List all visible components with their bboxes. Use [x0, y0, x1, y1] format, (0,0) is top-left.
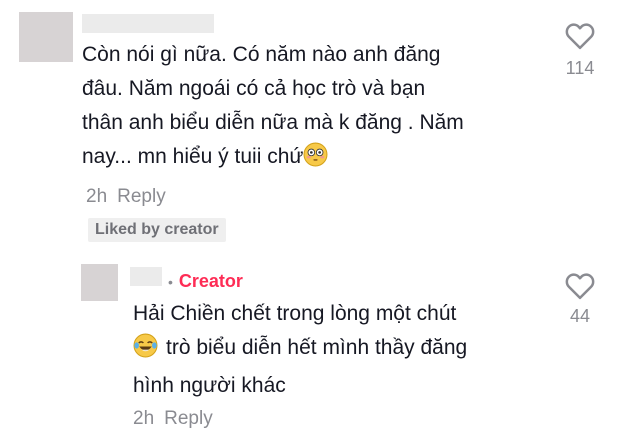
reply-line: hình người khác — [133, 374, 286, 397]
tears-of-joy-emoji — [133, 333, 158, 369]
reply-button[interactable]: Reply — [164, 408, 213, 429]
reply-time: 2h — [133, 408, 155, 429]
flushed-face-emoji — [303, 142, 328, 178]
reply-meta: 2h Reply — [133, 408, 213, 430]
creator-label: • Creator — [168, 271, 243, 291]
reply-line: trò biểu diễn hết mình thầy đăng — [133, 331, 467, 369]
reply-line: Hải Chiền chết trong lòng một chút — [133, 302, 457, 325]
creator-name[interactable] — [130, 267, 162, 286]
comment-like-count: 114 — [565, 58, 595, 78]
liked-by-creator-badge: Liked by creator — [88, 218, 226, 242]
comment-body: Còn nói gì nữa. Có năm nào anh đăng đâu.… — [82, 38, 464, 178]
comment-time: 2h — [86, 186, 108, 207]
commenter-avatar[interactable] — [19, 12, 73, 62]
comment-line: thân anh biểu diễn nữa mà k đăng . Năm — [82, 111, 464, 134]
reply-like-count: 44 — [569, 306, 591, 326]
comment-line: đâu. Năm ngoái có cả học trò và bạn — [82, 77, 426, 100]
comment-line: nay... mn hiểu ý tuii chứ — [82, 140, 464, 178]
commenter-name[interactable] — [82, 14, 214, 33]
reply-button[interactable]: Reply — [117, 186, 166, 207]
creator-avatar[interactable] — [81, 264, 118, 301]
heart-outline-icon[interactable] — [565, 22, 595, 55]
comment-meta: 2h Reply — [86, 186, 166, 208]
comment-line: Còn nói gì nữa. Có năm nào anh đăng — [82, 43, 441, 66]
reply-body: Hải Chiền chết trong lòng một chút trò b… — [133, 297, 467, 403]
heart-outline-icon[interactable] — [565, 272, 595, 305]
